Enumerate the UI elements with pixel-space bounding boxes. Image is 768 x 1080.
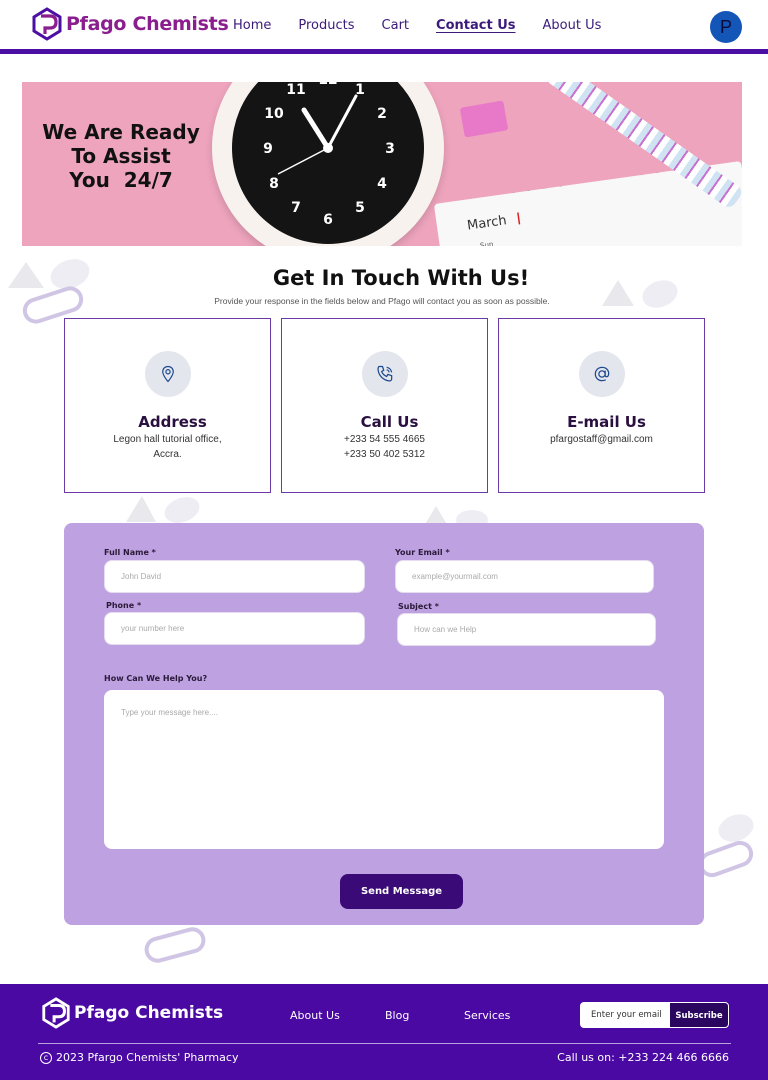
svg-text:8: 8 bbox=[269, 176, 279, 192]
call-icon-circle bbox=[362, 351, 408, 397]
svg-text:5: 5 bbox=[355, 200, 365, 216]
footer-link-blog[interactable]: Blog bbox=[385, 1009, 409, 1022]
email-input[interactable]: example@yourmail.com bbox=[395, 560, 654, 593]
nav-cart[interactable]: Cart bbox=[382, 18, 410, 33]
email-card: E-mail Us pfargostaff@gmail.com bbox=[498, 318, 705, 493]
brand-logo[interactable]: Pfago Chemists bbox=[30, 7, 229, 41]
card-line: +233 50 402 5312 bbox=[344, 449, 425, 460]
svg-text:12: 12 bbox=[318, 82, 337, 88]
full-name-label: Full Name * bbox=[104, 548, 156, 557]
section-subtitle: Provide your response in the fields belo… bbox=[214, 296, 550, 306]
nav-products[interactable]: Products bbox=[298, 18, 354, 33]
logo-mark-icon bbox=[42, 997, 70, 1029]
address-icon-circle bbox=[145, 351, 191, 397]
svg-text:4: 4 bbox=[377, 176, 387, 192]
pill-decoration-icon bbox=[144, 927, 206, 963]
footer-link-about-us[interactable]: About Us bbox=[290, 1009, 340, 1022]
card-title: E-mail Us bbox=[567, 413, 646, 431]
svg-text:6: 6 bbox=[323, 212, 333, 228]
phone-input[interactable]: your number here bbox=[104, 612, 365, 645]
email-label: Your Email * bbox=[395, 548, 450, 557]
subscribe-button[interactable]: Subscribe bbox=[670, 1003, 728, 1027]
card-line: pfargostaff@gmail.com bbox=[550, 434, 653, 445]
message-textarea[interactable]: Type your message here.... bbox=[104, 690, 664, 849]
main-nav: Home Products Cart Contact Us About Us bbox=[233, 18, 628, 33]
svg-text:3: 3 bbox=[385, 141, 395, 157]
call-card: Call Us +233 54 555 4665 +233 50 402 531… bbox=[281, 318, 488, 493]
section-title: Get In Touch With Us! bbox=[272, 266, 530, 290]
card-line: Accra. bbox=[153, 449, 182, 460]
card-title: Call Us bbox=[360, 413, 419, 431]
user-avatar[interactable]: P bbox=[710, 11, 742, 43]
hero-banner: 1212 345 678 91011 March bbox=[22, 82, 742, 246]
brand-name: Pfago Chemists bbox=[66, 13, 229, 35]
hero-line-3: You 24/7 bbox=[69, 168, 173, 192]
address-card: Address Legon hall tutorial office, Accr… bbox=[64, 318, 271, 493]
subject-input[interactable]: How can we Help bbox=[397, 613, 656, 646]
message-label: How Can We Help You? bbox=[104, 674, 208, 683]
svg-text:11: 11 bbox=[286, 82, 305, 98]
alarm-clock-image: 1212 345 678 91011 bbox=[212, 82, 444, 246]
footer-phone: Call us on: +233 224 466 6666 bbox=[557, 1051, 729, 1064]
footer-link-services[interactable]: Services bbox=[464, 1009, 510, 1022]
footer-brand-name: Pfago Chemists bbox=[74, 1003, 224, 1023]
card-line: +233 54 555 4665 bbox=[344, 434, 425, 445]
clock-face: 1212 345 678 91011 bbox=[232, 82, 424, 244]
svg-text:10: 10 bbox=[264, 106, 284, 122]
binder-clip-image bbox=[459, 100, 509, 138]
hero-line-2: To Assist bbox=[71, 144, 171, 168]
full-name-input[interactable]: John David bbox=[104, 560, 365, 593]
phone-icon bbox=[377, 365, 393, 382]
copyright-icon: c bbox=[40, 1051, 52, 1064]
logo-mark-icon bbox=[32, 7, 62, 41]
svg-text:2: 2 bbox=[377, 106, 387, 122]
contact-page: Pfago Chemists Home Products Cart Contac… bbox=[0, 0, 768, 1080]
contact-form: Full Name * John David Your Email * exam… bbox=[64, 523, 704, 925]
svg-text:March: March bbox=[466, 213, 507, 233]
footer-divider bbox=[38, 1043, 731, 1044]
hero-line-1: We Are Ready bbox=[42, 120, 200, 144]
subject-label: Subject * bbox=[398, 602, 439, 611]
svg-text:9: 9 bbox=[263, 141, 273, 157]
svg-text:Sun: Sun bbox=[480, 240, 494, 246]
phone-label: Phone * bbox=[106, 601, 142, 610]
location-pin-icon bbox=[162, 365, 174, 383]
footer-brand-logo[interactable]: Pfago Chemists bbox=[40, 996, 223, 1030]
newsletter-email-input[interactable]: Enter your email bbox=[591, 1010, 662, 1020]
pill-decoration-icon bbox=[126, 496, 200, 523]
copyright-text: 2023 Pfargo Chemists' Pharmacy bbox=[56, 1051, 239, 1064]
card-line: Legon hall tutorial office, bbox=[113, 434, 222, 445]
site-header: Pfago Chemists Home Products Cart Contac… bbox=[0, 0, 768, 54]
svg-text:7: 7 bbox=[291, 200, 301, 216]
email-icon-circle bbox=[579, 351, 625, 397]
send-message-button[interactable]: Send Message bbox=[340, 874, 463, 909]
newsletter-form: Enter your email Subscribe bbox=[580, 1002, 729, 1028]
clock-dial-icon: 1212 345 678 91011 bbox=[263, 82, 395, 228]
at-sign-icon bbox=[594, 366, 610, 382]
site-footer: Pfago Chemists About Us Blog Services En… bbox=[0, 984, 768, 1080]
copyright: c 2023 Pfargo Chemists' Pharmacy bbox=[40, 1051, 238, 1064]
card-title: Address bbox=[138, 413, 207, 431]
pill-decoration-icon bbox=[698, 814, 754, 878]
nav-about-us[interactable]: About Us bbox=[543, 18, 602, 33]
hero-headline: We Are Ready To Assist You 24/7 bbox=[36, 120, 206, 192]
nav-contact-us[interactable]: Contact Us bbox=[436, 18, 515, 33]
svg-text:Mo: Mo bbox=[521, 245, 532, 246]
nav-home[interactable]: Home bbox=[233, 18, 271, 33]
